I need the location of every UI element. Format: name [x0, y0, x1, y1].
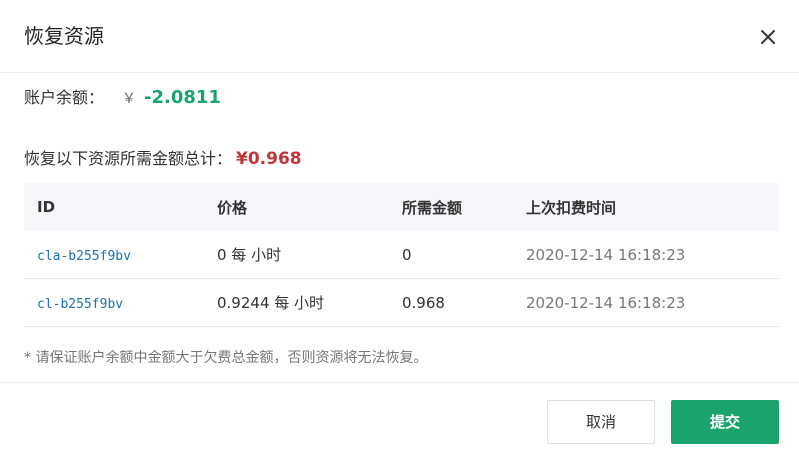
resource-id-link[interactable]: cla-b255f9bv [37, 249, 131, 264]
price-cell: 0 每 小时 [217, 246, 282, 264]
account-balance-row: 账户余额： ￥ -2.0811 [24, 86, 221, 110]
submit-button[interactable]: 提交 [671, 400, 779, 444]
header-last-charge-time: 上次扣费时间 [526, 198, 617, 217]
total-required-row: 恢复以下资源所需金额总计： ¥0.968 [24, 147, 302, 171]
currency-symbol: ￥ [122, 91, 137, 107]
time-cell: 2020-12-14 16:18:23 [526, 293, 686, 312]
cancel-button[interactable]: 取消 [547, 400, 655, 444]
price-cell: 0.9244 每 小时 [217, 294, 325, 312]
resource-table: ID 价格 所需金额 上次扣费时间 cla-b255f9bv 0 每 小时 0 … [24, 183, 779, 327]
restore-resource-dialog: 恢复资源 账户余额： ￥ -2.0811 恢复以下资源所需金额总计： ¥0.968 I… [0, 0, 799, 456]
table-header: ID 价格 所需金额 上次扣费时间 [24, 183, 779, 231]
close-icon[interactable] [759, 28, 777, 46]
dialog-footer: 取消 提交 [0, 382, 799, 456]
amount-cell: 0.968 [402, 293, 445, 312]
table-row: cla-b255f9bv 0 每 小时 0 2020-12-14 16:18:2… [24, 231, 779, 279]
header-price: 价格 [217, 198, 248, 217]
amount-cell: 0 [402, 245, 412, 264]
balance-amount: -2.0811 [144, 87, 221, 108]
notice-text: * 请保证账户余额中金额大于欠费总金额，否则资源将无法恢复。 [24, 350, 428, 366]
total-amount: ¥0.968 [236, 149, 302, 169]
total-label: 恢复以下资源所需金额总计： [24, 149, 233, 168]
header-amount: 所需金额 [402, 198, 463, 217]
balance-label: 账户余额： [24, 88, 105, 107]
dialog-header: 恢复资源 [0, 0, 799, 73]
table-row: cl-b255f9bv 0.9244 每 小时 0.968 2020-12-14… [24, 279, 779, 327]
resource-id-link[interactable]: cl-b255f9bv [37, 297, 123, 312]
header-id: ID [37, 198, 56, 216]
dialog-title: 恢复资源 [24, 24, 104, 48]
time-cell: 2020-12-14 16:18:23 [526, 245, 686, 264]
